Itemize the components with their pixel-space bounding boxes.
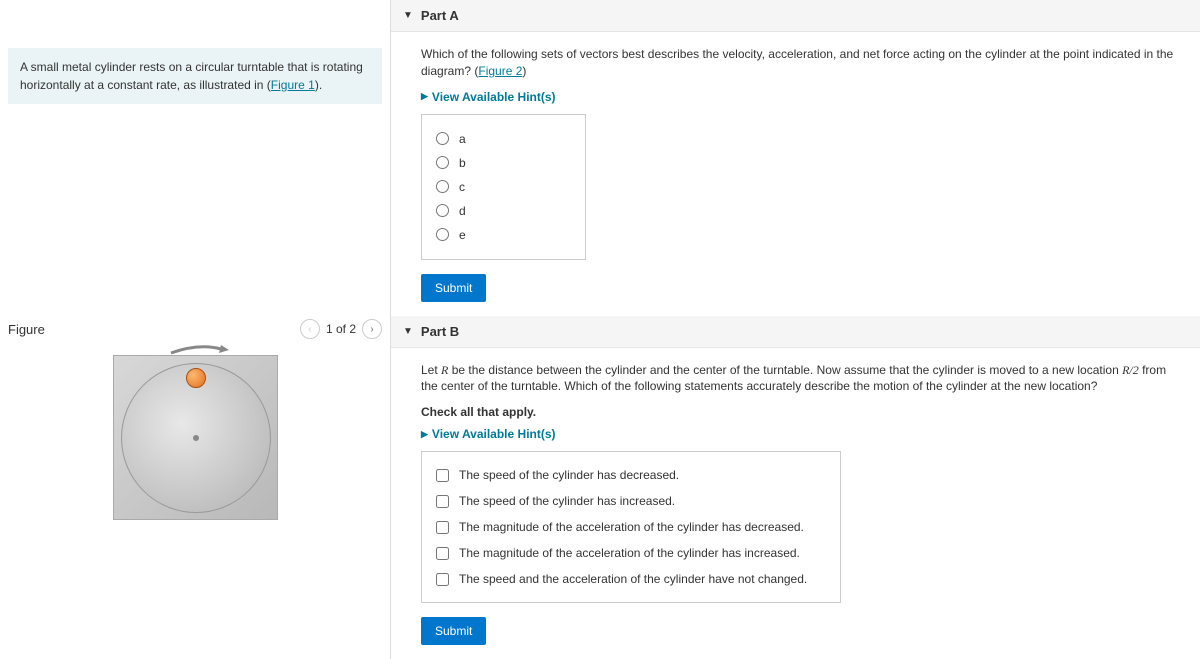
part-b-var-r2: R/2 [1122,363,1139,377]
figure-section: Figure ‹ 1 of 2 › [0,319,390,520]
caret-right-icon: ▶ [421,91,428,102]
checkbox-1[interactable] [436,469,449,482]
radio-c[interactable] [436,180,449,193]
part-b-q-seg2: be the distance between the cylinder and… [448,363,1122,377]
caret-down-icon: ▼ [403,10,413,21]
figure-page-label: 1 of 2 [326,322,356,336]
part-b-hints-label: View Available Hint(s) [432,427,556,441]
center-dot-icon [193,435,199,441]
figure-pagination: ‹ 1 of 2 › [300,319,382,339]
caret-right-icon: ▶ [421,429,428,440]
checkbox-2[interactable] [436,495,449,508]
check-option-4[interactable]: The magnitude of the acceleration of the… [436,540,826,566]
part-a-options: a b c d e [421,114,586,260]
part-a-q-before: Which of the following sets of vectors b… [421,47,1173,78]
part-a-submit-button[interactable]: Submit [421,274,486,302]
checkbox-5[interactable] [436,573,449,586]
radio-d[interactable] [436,204,449,217]
check-label-3: The magnitude of the acceleration of the… [459,520,804,534]
part-b-header[interactable]: ▼ Part B [391,316,1200,348]
option-d-label: d [459,204,466,218]
option-e[interactable]: e [436,223,571,247]
check-label-4: The magnitude of the acceleration of the… [459,546,800,560]
problem-intro: A small metal cylinder rests on a circul… [8,48,382,104]
radio-e[interactable] [436,228,449,241]
option-b[interactable]: b [436,151,571,175]
option-c[interactable]: c [436,175,571,199]
option-b-label: b [459,156,466,170]
rotation-arrow-icon [169,343,229,355]
part-b-instruction: Check all that apply. [421,405,1180,419]
part-a-title: Part A [421,8,459,23]
check-option-5[interactable]: The speed and the acceleration of the cy… [436,566,826,592]
check-label-5: The speed and the acceleration of the cy… [459,572,807,586]
part-b-submit-button[interactable]: Submit [421,617,486,645]
check-option-3[interactable]: The magnitude of the acceleration of the… [436,514,826,540]
intro-text-after: ). [315,78,322,92]
part-b-title: Part B [421,324,459,339]
figure-prev-button[interactable]: ‹ [300,319,320,339]
checkbox-3[interactable] [436,521,449,534]
part-b-q-seg1: Let [421,363,441,377]
check-option-2[interactable]: The speed of the cylinder has increased. [436,488,826,514]
figure-next-button[interactable]: › [362,319,382,339]
part-a-hints-toggle[interactable]: ▶ View Available Hint(s) [421,90,1180,104]
option-a[interactable]: a [436,127,571,151]
part-b-hints-toggle[interactable]: ▶ View Available Hint(s) [421,427,1180,441]
option-d[interactable]: d [436,199,571,223]
part-a-q-after: ) [522,64,526,78]
part-a-question: Which of the following sets of vectors b… [421,46,1180,80]
part-b-body: Let R be the distance between the cylind… [391,348,1200,659]
option-c-label: c [459,180,465,194]
check-option-1[interactable]: The speed of the cylinder has decreased. [436,462,826,488]
figure-2-link[interactable]: Figure 2 [478,64,522,78]
part-b-question: Let R be the distance between the cylind… [421,362,1180,396]
part-a-hints-label: View Available Hint(s) [432,90,556,104]
checkbox-4[interactable] [436,547,449,560]
option-a-label: a [459,132,466,146]
figure-title: Figure [8,322,45,337]
caret-down-icon: ▼ [403,326,413,337]
option-e-label: e [459,228,466,242]
radio-b[interactable] [436,156,449,169]
figure-image [113,355,278,520]
part-b-options: The speed of the cylinder has decreased.… [421,451,841,603]
check-label-1: The speed of the cylinder has decreased. [459,468,679,482]
radio-a[interactable] [436,132,449,145]
part-a-body: Which of the following sets of vectors b… [391,32,1200,316]
cylinder-icon [186,368,206,388]
figure-1-link[interactable]: Figure 1 [271,78,315,92]
part-a-header[interactable]: ▼ Part A [391,0,1200,32]
check-label-2: The speed of the cylinder has increased. [459,494,675,508]
